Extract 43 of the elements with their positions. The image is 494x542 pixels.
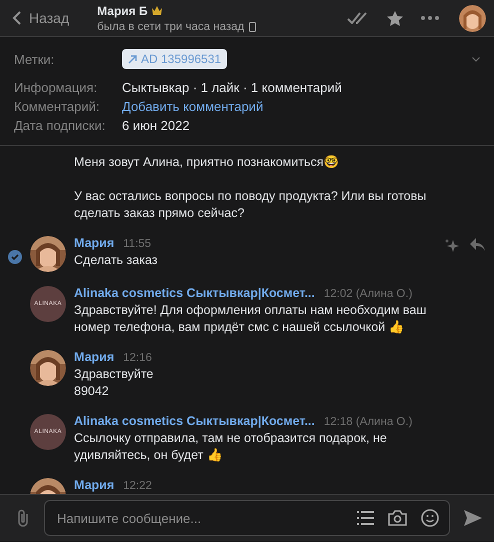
author-name[interactable]: Alinaka cosmetics Сыктывкар|Космет... — [74, 414, 315, 428]
send-icon[interactable] — [464, 510, 482, 526]
author-name[interactable]: Мария — [74, 478, 114, 492]
message-text: У вас остались вопросы по поводу продукта? Или вы готовы сделать заказ прямо сейчас? — [74, 188, 428, 222]
message-time: 11:55 — [123, 238, 152, 250]
emoji-icon[interactable] — [421, 509, 439, 527]
message-text: Здравствуйте — [74, 366, 154, 383]
message-time: 12:18 (Алина О.) — [324, 416, 412, 428]
camera-icon[interactable] — [388, 510, 407, 526]
message-text: Ссылочку отправила, там не отобразится подарок, не удивляйтесь, он будет 👍 — [74, 430, 388, 464]
message-time: 12:02 (Алина О.) — [324, 288, 412, 300]
field-label: Комментарий: — [14, 99, 100, 114]
online-status: была в сети три часа назад — [97, 20, 244, 32]
field-label: Информация: — [14, 80, 98, 95]
message-text: 89042 — [74, 383, 110, 400]
contact-name: Мария Б — [97, 4, 148, 18]
message-text: Меня зовут Алина, приятно познакомиться🤓 — [74, 154, 341, 171]
attach-icon[interactable] — [16, 508, 30, 528]
message-text: Здравствуйте! Для оформления оплаты нам необходим ваш номер телефона, вам придёт смс с нашей ссылочкой 👍 — [74, 302, 428, 336]
arrow-icon — [128, 54, 137, 64]
field-label: Дата подписки: — [14, 118, 106, 133]
crown-icon — [152, 6, 162, 15]
field-value: 6 июн 2022 — [122, 118, 191, 133]
more-icon[interactable] — [421, 16, 439, 20]
double-check-icon[interactable] — [347, 12, 369, 24]
list-icon[interactable] — [357, 511, 374, 525]
author-name[interactable]: Мария — [74, 350, 114, 364]
message-time: 12:16 — [123, 352, 152, 364]
selected-check-icon[interactable] — [8, 250, 22, 264]
star-icon[interactable] — [387, 10, 403, 26]
field-value: Сыктывкар · 1 лайк · 1 комментарий — [122, 80, 343, 95]
field-label: Метки: — [14, 52, 56, 66]
message-time: 12:22 — [123, 480, 152, 492]
message-text: Сделать заказ — [74, 252, 159, 269]
sparkle-icon[interactable] — [444, 238, 460, 254]
chevron-down-icon[interactable] — [472, 56, 480, 62]
author-name[interactable]: Мария — [74, 236, 114, 250]
message-field[interactable]: Напишите сообщение... — [44, 500, 450, 536]
author-name[interactable]: Alinaka cosmetics Сыктывкар|Космет... — [74, 286, 315, 300]
reply-icon[interactable] — [470, 238, 485, 251]
back-button[interactable]: Назад — [12, 10, 70, 26]
phone-icon — [249, 22, 256, 32]
add-comment-link[interactable]: Добавить комментарий — [122, 99, 480, 114]
